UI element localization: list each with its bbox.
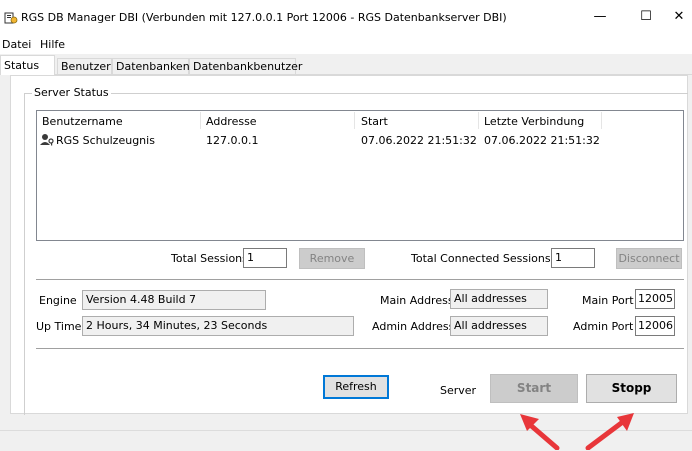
menu-datei[interactable]: Datei bbox=[2, 38, 31, 51]
separator bbox=[36, 349, 684, 350]
main-address-label: Main Address bbox=[380, 294, 454, 307]
tab-status[interactable]: Status bbox=[0, 55, 55, 75]
row-start: 07.06.2022 21:51:32 bbox=[361, 134, 477, 147]
sessions-list[interactable] bbox=[36, 110, 684, 241]
column-separator[interactable] bbox=[601, 112, 602, 129]
remove-button[interactable]: Remove bbox=[299, 248, 365, 269]
engine-field[interactable]: Version 4.48 Build 7 bbox=[82, 290, 266, 310]
admin-address-label: Admin Address bbox=[372, 320, 455, 333]
column-header-last-connection[interactable]: Letzte Verbindung bbox=[484, 115, 584, 128]
engine-label: Engine bbox=[39, 294, 77, 307]
admin-port-field[interactable]: 12006 bbox=[635, 316, 675, 336]
user-key-icon bbox=[40, 134, 54, 146]
menu-hilfe[interactable]: Hilfe bbox=[40, 38, 65, 51]
disconnect-button[interactable]: Disconnect bbox=[616, 248, 682, 269]
column-separator[interactable] bbox=[354, 112, 355, 129]
status-bar bbox=[0, 430, 692, 451]
stop-button[interactable]: Stopp bbox=[586, 374, 677, 403]
admin-address-field[interactable]: All addresses bbox=[450, 316, 548, 336]
close-button[interactable]: ✕ bbox=[666, 0, 692, 34]
main-port-field[interactable]: 12005 bbox=[635, 289, 675, 309]
server-label: Server bbox=[440, 384, 477, 397]
separator bbox=[36, 280, 684, 281]
total-connected-sessions-label: Total Connected Sessions bbox=[411, 252, 551, 265]
admin-port-label: Admin Port bbox=[573, 320, 634, 333]
row-last-connection: 07.06.2022 21:51:32 bbox=[484, 134, 600, 147]
column-header-username[interactable]: Benutzername bbox=[42, 115, 123, 128]
column-separator[interactable] bbox=[200, 112, 201, 129]
maximize-button[interactable]: ☐ bbox=[623, 0, 669, 34]
menu-bar bbox=[0, 34, 692, 54]
column-separator[interactable] bbox=[478, 112, 479, 129]
tab-datenbankbenutzer[interactable]: Datenbankbenutzer bbox=[189, 58, 302, 74]
total-sessions-field[interactable]: 1 bbox=[243, 248, 287, 268]
column-header-address[interactable]: Addresse bbox=[206, 115, 257, 128]
total-sessions-label: Total Sessions bbox=[171, 252, 248, 265]
server-status-title: Server Status bbox=[32, 86, 111, 99]
start-button[interactable]: Start bbox=[490, 374, 578, 403]
total-connected-sessions-field[interactable]: 1 bbox=[551, 248, 595, 268]
tab-benutzer[interactable]: Benutzer bbox=[57, 58, 112, 74]
app-icon bbox=[4, 12, 18, 24]
window-title: RGS DB Manager DBI (Verbunden mit 127.0.… bbox=[21, 11, 507, 24]
refresh-button[interactable]: Refresh bbox=[323, 375, 389, 399]
main-port-label: Main Port bbox=[582, 294, 634, 307]
uptime-label: Up Time bbox=[36, 320, 82, 333]
column-header-start[interactable]: Start bbox=[361, 115, 388, 128]
row-address: 127.0.0.1 bbox=[206, 134, 259, 147]
tab-datenbanken[interactable]: Datenbanken bbox=[112, 58, 190, 74]
row-username[interactable]: RGS Schulzeugnis bbox=[56, 134, 155, 147]
main-address-field[interactable]: All addresses bbox=[450, 289, 548, 309]
uptime-field[interactable]: 2 Hours, 34 Minutes, 23 Seconds bbox=[82, 316, 354, 336]
minimize-button[interactable]: — bbox=[577, 0, 623, 34]
